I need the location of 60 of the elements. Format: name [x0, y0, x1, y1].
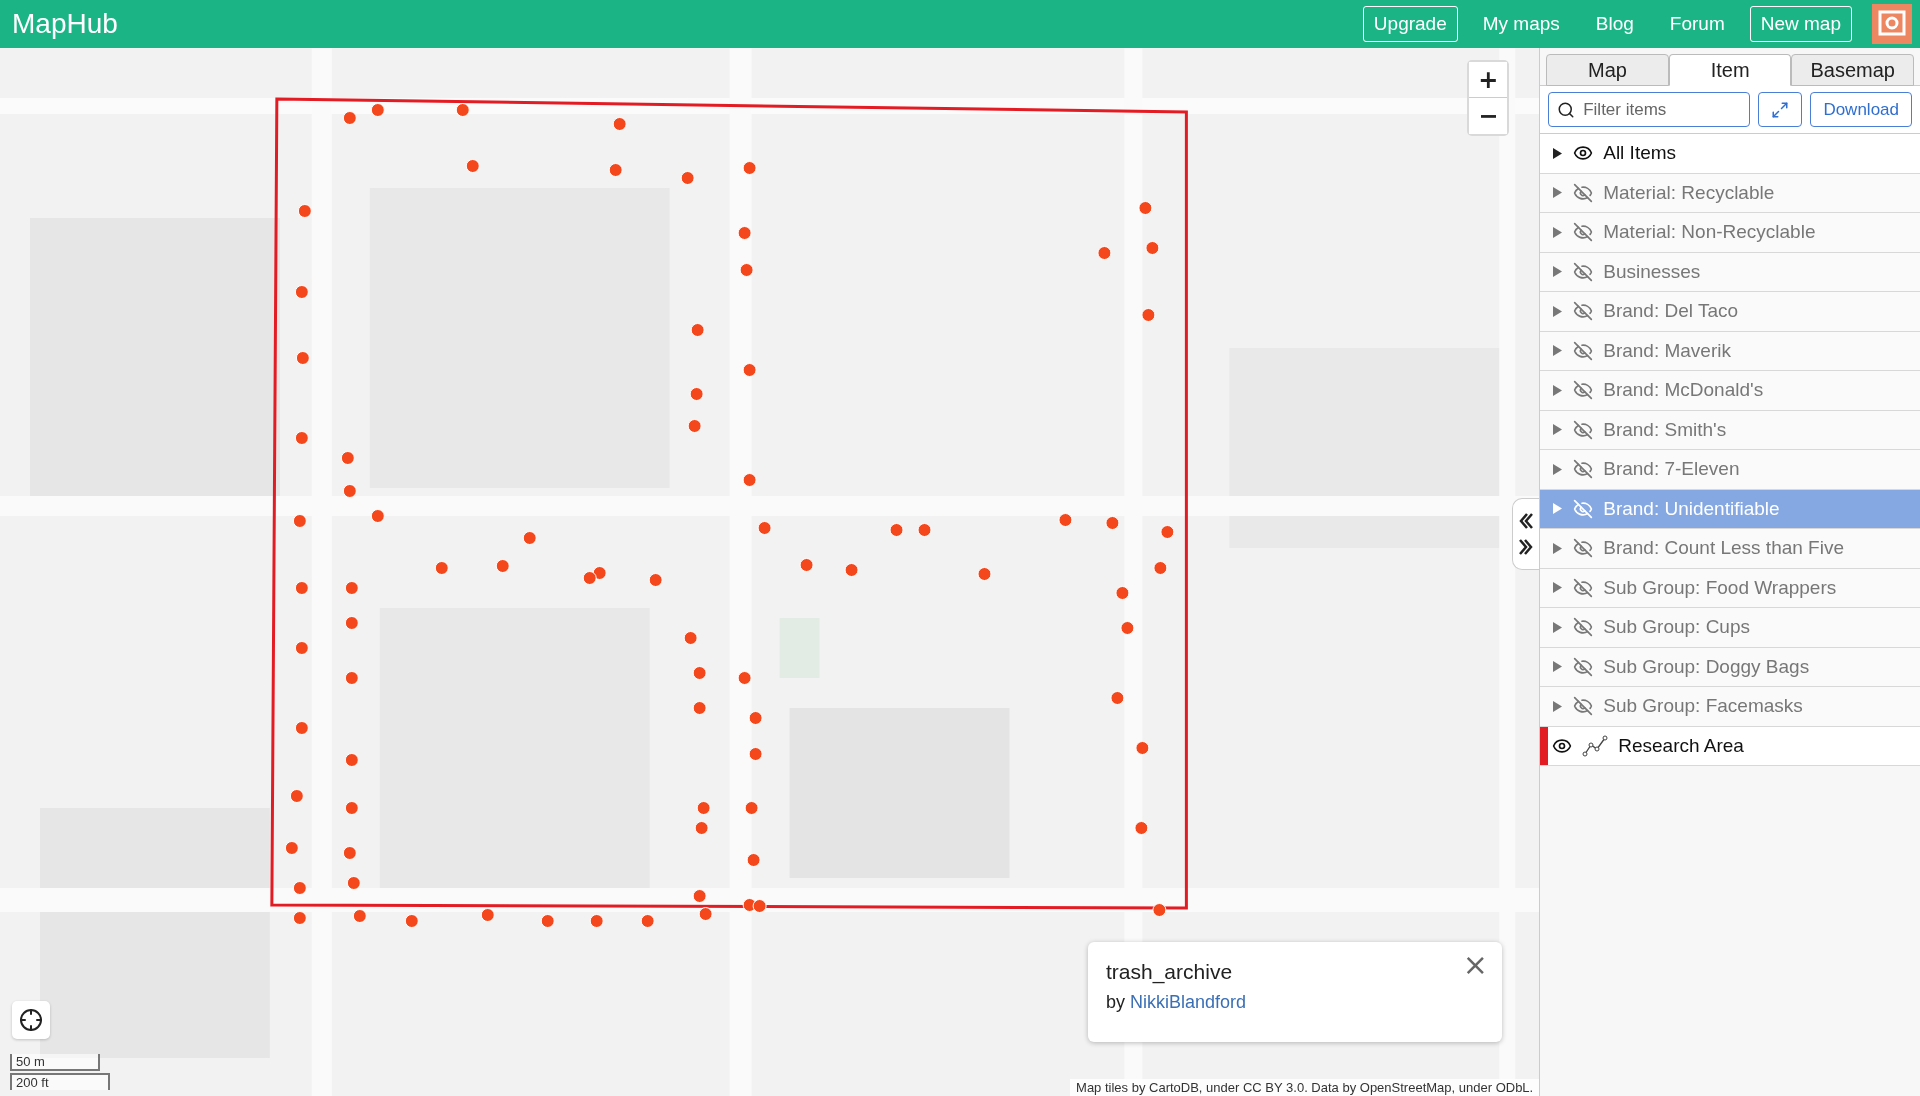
locate-button[interactable] — [12, 1001, 50, 1039]
sidebar-tab[interactable]: Item — [1668, 54, 1792, 86]
crosshair-icon — [19, 1008, 43, 1032]
chevrons-right-icon[interactable] — [1518, 538, 1535, 556]
eye-off-icon[interactable] — [1573, 696, 1594, 717]
layer-label: Material: Recyclable — [1603, 181, 1775, 204]
eye-off-icon[interactable] — [1573, 261, 1594, 282]
eye-off-icon[interactable] — [1573, 222, 1594, 243]
avatar-icon[interactable] — [1872, 4, 1912, 44]
chevrons-left-icon[interactable] — [1518, 512, 1535, 530]
layer-label: Sub Group: Facemasks — [1603, 695, 1803, 718]
eye-off-icon[interactable] — [1573, 301, 1594, 322]
layer-label: Sub Group: Doggy Bags — [1603, 655, 1810, 678]
scale-bar: 50 m — [10, 1054, 100, 1071]
nav-button[interactable]: Upgrade — [1362, 6, 1458, 42]
layer-label: Brand: Del Taco — [1603, 300, 1739, 323]
scale-bar: 200 ft — [10, 1073, 110, 1090]
nav-link[interactable]: Blog — [1584, 6, 1645, 42]
layer-label: Brand: Count Less than Five — [1603, 537, 1844, 560]
layer-label: Brand: Smith's — [1603, 418, 1727, 441]
app-logo[interactable]: MapHub — [12, 8, 118, 40]
expand-icon — [1771, 100, 1790, 119]
layer-label: Material: Non-Recyclable — [1603, 221, 1816, 244]
eye-off-icon[interactable] — [1573, 459, 1594, 480]
filter-field[interactable]: Filter items — [1548, 92, 1751, 127]
sidebar-tab[interactable]: Map — [1546, 54, 1669, 86]
author-link[interactable]: NikkiBlandford — [1130, 992, 1247, 1013]
layer-label: Brand: Unidentifiable — [1603, 497, 1780, 520]
nav-link[interactable]: My maps — [1471, 6, 1571, 42]
eye-off-icon[interactable] — [1573, 617, 1594, 638]
nav-link[interactable]: Forum — [1658, 6, 1736, 42]
layer-label: Research Area — [1618, 734, 1744, 757]
nav-button[interactable]: New map — [1749, 6, 1852, 42]
layer-label: Brand: 7-Eleven — [1603, 458, 1740, 481]
close-button[interactable]: × — [1462, 950, 1488, 980]
layer-row[interactable]: Research Area — [1540, 726, 1920, 766]
eye-off-icon[interactable] — [1573, 538, 1594, 559]
byline-text: by — [1106, 992, 1125, 1013]
layer-label: Brand: Maverik — [1603, 339, 1731, 362]
eye-off-icon[interactable] — [1573, 577, 1594, 598]
search-icon — [1557, 101, 1576, 119]
layer-label: Sub Group: Cups — [1603, 616, 1750, 639]
eye-off-icon[interactable] — [1573, 380, 1594, 401]
fit-bounds-button[interactable] — [1758, 92, 1803, 127]
eye-off-icon[interactable] — [1573, 656, 1594, 677]
eye-off-icon[interactable] — [1573, 182, 1594, 203]
layer-label: Sub Group: Food Wrappers — [1603, 576, 1837, 599]
map-title: trash_archive — [1106, 960, 1233, 984]
eye-off-icon[interactable] — [1573, 340, 1594, 361]
eye-off-icon[interactable] — [1573, 419, 1594, 440]
layer-label: Businesses — [1603, 260, 1701, 283]
layer-label: All Items — [1603, 142, 1677, 165]
layer-row[interactable]: All Items — [1540, 134, 1920, 174]
polyline-icon — [1582, 734, 1609, 757]
expand-caret-icon[interactable] — [1552, 146, 1564, 160]
sidebar-tab[interactable]: Basemap — [1791, 54, 1914, 86]
zoom-in-button[interactable]: + — [1469, 62, 1508, 98]
attribution-text: Map tiles by CartoDB, under CC BY 3.0. Data by OpenStreetMap, under ODbL. — [1070, 1079, 1540, 1096]
layer-label: Brand: McDonald's — [1603, 379, 1764, 402]
download-button[interactable]: Download — [1810, 92, 1912, 127]
